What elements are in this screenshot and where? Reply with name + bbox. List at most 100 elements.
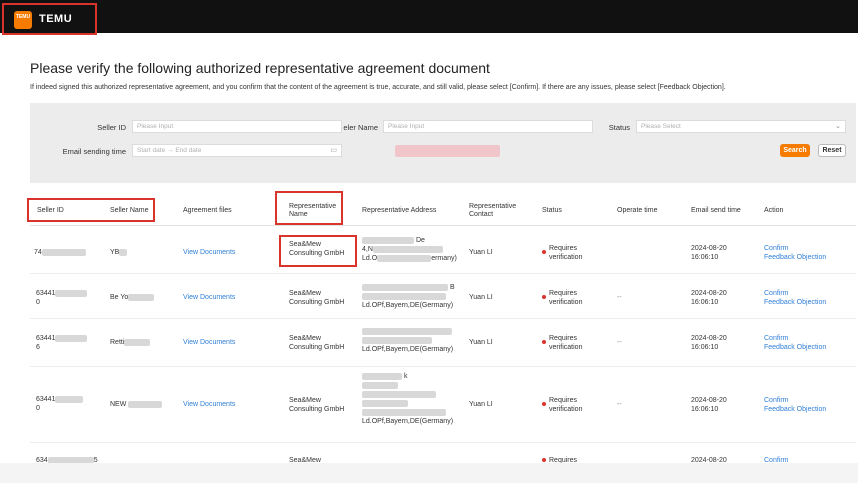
view-documents-link[interactable]: View Documents <box>183 248 235 257</box>
header-agreement-files: Agreement files <box>183 207 232 214</box>
status-line1: Requires <box>549 335 578 342</box>
rep-name-cell: Sea&Mew Consulting GmbH <box>289 396 344 414</box>
redacted-block <box>362 372 402 380</box>
rep-address-cell: B Ld.OPf,Bayern,DE(Germany) <box>362 283 455 310</box>
operate-time-cell: -- <box>617 339 622 346</box>
header-action: Action <box>764 207 784 214</box>
view-documents-link[interactable]: View Documents <box>183 400 235 409</box>
status-cell: Requires verification <box>549 244 582 262</box>
feedback-objection-link[interactable]: Feedback Objection <box>764 253 826 262</box>
seller-name-cell: YB <box>110 248 128 257</box>
logo-highlight-box: TEMU TEMU <box>2 3 97 35</box>
confirm-link[interactable]: Confirm <box>764 396 789 405</box>
header-divider <box>30 225 856 226</box>
rep-address-cell: k Ld.OPf,Bayern,DE(Germany) <box>362 372 453 426</box>
page-title: Please verify the following authorized r… <box>30 60 490 76</box>
rep-name-line1: Sea&Mew <box>289 397 321 404</box>
email-date: 2024-08-20 <box>691 245 727 252</box>
calendar-icon: ▭ <box>330 147 337 154</box>
seller-id-input[interactable]: Please Input <box>132 120 342 133</box>
redacted-block <box>372 245 443 253</box>
confirm-link[interactable]: Confirm <box>764 289 789 298</box>
seller-id-text: 63441 <box>36 396 56 403</box>
header-rep-contact: Representative Contact <box>469 203 516 219</box>
status-cell: Requires verification <box>549 396 582 414</box>
seller-name-cell: Be Yo <box>110 293 155 302</box>
email-time: 16:06:10 <box>691 344 719 351</box>
feedback-objection-link[interactable]: Feedback Objection <box>764 298 826 307</box>
seller-id-text-line2: 0 <box>36 405 40 412</box>
seller-id-text: 74 <box>34 249 42 256</box>
rep-name-cell-highlight <box>279 235 357 267</box>
status-cell: Requires verification <box>549 334 582 352</box>
redacted-block <box>362 390 436 398</box>
chevron-down-icon: ⌄ <box>835 123 841 130</box>
rep-name-line2: Consulting GmbH <box>289 299 345 306</box>
view-documents-link[interactable]: View Documents <box>183 338 235 347</box>
view-documents-link[interactable]: View Documents <box>183 293 235 302</box>
seller-id-label: Seller ID <box>97 123 126 132</box>
feedback-objection-link[interactable]: Feedback Objection <box>764 405 826 414</box>
date-range-picker[interactable]: Start date → End date ▭ <box>132 144 342 157</box>
rep-name-line1: Sea&Mew <box>289 290 321 297</box>
confirm-link[interactable]: Confirm <box>764 334 789 343</box>
feedback-objection-link[interactable]: Feedback Objection <box>764 343 826 352</box>
status-line2: verification <box>549 344 583 351</box>
address-line1: B <box>449 284 455 291</box>
header-rep-address: Representative Address <box>362 207 437 214</box>
redacted-block <box>362 292 446 300</box>
status-line2: verification <box>549 406 583 413</box>
address-line3: Ld.O <box>362 255 378 262</box>
address-line3: Ld.OPf,Bayern,DE(Germany) <box>362 302 454 309</box>
status-dot-icon <box>542 295 546 299</box>
rep-name-line1: Sea&Mew <box>289 335 321 342</box>
status-select[interactable]: Please Select ⌄ <box>636 120 846 133</box>
header-operate-time: Operate time <box>617 207 658 214</box>
row-divider <box>30 273 856 274</box>
email-date: 2024-08-20 <box>691 335 727 342</box>
seller-name-cell: NEW <box>110 400 163 409</box>
start-date-placeholder: Start date <box>137 147 166 154</box>
rep-name-line2: Consulting GmbH <box>289 344 345 351</box>
header-email-send-time: Email send time <box>691 207 741 214</box>
temu-logo-icon[interactable]: TEMU <box>14 11 32 29</box>
seller-id-cell: 63441 0 <box>36 395 84 413</box>
rep-name-cell: Sea&Mew Consulting GmbH <box>289 334 344 352</box>
redacted-block <box>362 327 452 335</box>
email-date: 2024-08-20 <box>691 290 727 297</box>
redacted-block <box>55 289 88 297</box>
status-line1: Requires <box>549 245 578 252</box>
row-divider <box>30 442 856 443</box>
rep-contact-cell: Yuan LI <box>469 249 493 256</box>
rep-contact-cell: Yuan LI <box>469 294 493 301</box>
rep-name-header-highlight <box>275 191 343 225</box>
address-line4: ermany) <box>431 255 457 262</box>
redacted-pill <box>395 145 500 157</box>
address-line3: Ld.OPf,Bayern,DE(Germany) <box>362 418 454 425</box>
logo-mark-text: TEMU <box>15 14 31 20</box>
seller-id-text: 63441 <box>36 290 56 297</box>
seller-id-cell: 63441 0 <box>36 289 88 307</box>
bottom-strip <box>0 463 858 483</box>
operate-time-cell: -- <box>617 294 622 301</box>
brand-name[interactable]: TEMU <box>39 13 72 25</box>
redacted-block <box>362 399 408 407</box>
seller-id-cell: 63441 6 <box>36 334 88 352</box>
email-time-cell: 2024-08-20 16:06:10 <box>691 244 727 262</box>
redacted-block <box>362 236 414 244</box>
end-date-placeholder: End date <box>175 147 202 154</box>
status-line2: verification <box>549 299 583 306</box>
top-bar <box>0 0 858 33</box>
search-button[interactable]: Search <box>780 144 810 157</box>
email-time: 16:06:10 <box>691 299 719 306</box>
confirm-link[interactable]: Confirm <box>764 244 789 253</box>
reset-button[interactable]: Reset <box>818 144 846 157</box>
status-dot-icon <box>542 340 546 344</box>
status-dot-icon <box>542 402 546 406</box>
seller-id-text-line2: 0 <box>36 299 40 306</box>
rep-address-cell: De 4,N Ld.O ermany) <box>362 236 457 263</box>
redacted-block <box>362 336 432 344</box>
redacted-block <box>377 254 432 262</box>
header-rep-contact-line2: Contact <box>469 211 494 218</box>
seller-name-input[interactable]: Please Input <box>383 120 593 133</box>
